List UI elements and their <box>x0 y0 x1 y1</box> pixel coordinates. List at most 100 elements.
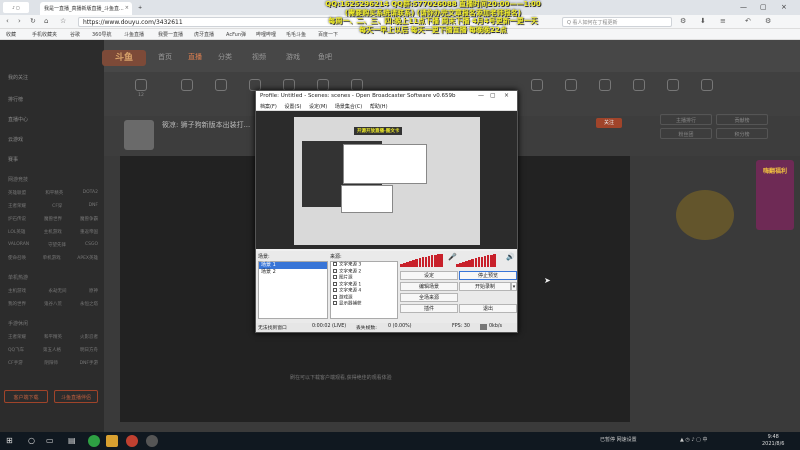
minimize-icon[interactable]: — <box>478 92 484 99</box>
maximize-icon[interactable]: ▢ <box>760 3 767 11</box>
checkbox-icon[interactable] <box>333 275 337 279</box>
checkbox-icon[interactable] <box>333 288 337 292</box>
sidebar-game[interactable]: DOTA2 <box>83 190 98 196</box>
sidebar-game[interactable]: 第五人格 <box>43 347 61 353</box>
sidebar-game[interactable]: 我的世界 <box>8 301 26 307</box>
sidebar-item-center[interactable]: 直播中心 <box>8 116 28 123</box>
checkbox-icon[interactable] <box>333 268 337 273</box>
sidebar-game[interactable]: 和平精英 <box>45 190 63 196</box>
sidebar-game[interactable]: 永恒之塔 <box>80 301 98 307</box>
extensions-icon[interactable]: ⚙ <box>680 17 686 25</box>
undo-icon[interactable]: ↶ <box>745 17 751 25</box>
start-recording-button[interactable]: 开始录制 <box>459 282 511 291</box>
sidebar-game[interactable]: LOL英雄 <box>8 229 25 235</box>
sidebar-game[interactable]: QQ飞车 <box>8 347 24 353</box>
sidebar-game[interactable]: 王者荣耀 <box>8 334 26 340</box>
close-icon[interactable]: × <box>504 92 509 99</box>
edit-scene-button[interactable]: 编辑场景 <box>400 282 458 291</box>
browser-app-icon[interactable] <box>88 435 100 447</box>
client-download-button[interactable]: 客户端下载 <box>4 390 48 403</box>
checkbox-icon[interactable] <box>333 301 337 305</box>
file-explorer-icon[interactable]: ▤ <box>68 436 76 445</box>
sidebar-game[interactable]: 魔兽世界 <box>44 216 62 222</box>
sidebar-game[interactable]: 单机游戏 <box>43 255 61 261</box>
scene-item[interactable]: 场景 2 <box>259 269 327 276</box>
stop-preview-button[interactable]: 停止预览 <box>459 271 517 280</box>
tray-icons[interactable]: ▲ ◷ ♪ ▢ 中 <box>680 436 707 443</box>
bookmark-item[interactable]: 斗鱼直播 <box>124 31 144 38</box>
sidebar-item-follow[interactable]: 我的关注 <box>8 74 28 81</box>
sidebar-game[interactable]: 使命召唤 <box>8 255 26 261</box>
bookmark-item[interactable]: 毛毛斗鱼 <box>286 31 306 38</box>
streamer-avatar[interactable] <box>124 120 154 150</box>
sidebar-game[interactable]: 和平精英 <box>44 334 62 340</box>
sidebar-game[interactable]: CSGO <box>85 242 98 248</box>
menu-icon[interactable]: ≡ <box>720 17 726 25</box>
category-item[interactable] <box>208 79 234 93</box>
new-tab-button[interactable]: + <box>134 2 148 15</box>
points-button[interactable]: 积分榜 <box>716 128 768 139</box>
maximize-icon[interactable]: ▢ <box>490 92 496 99</box>
obs-window[interactable]: Profile: Untitled - Scenes: scenes - Ope… <box>255 90 518 333</box>
search-icon[interactable]: ○ <box>28 436 35 445</box>
app-red-icon[interactable] <box>126 435 138 447</box>
follow-button[interactable]: 关注 <box>596 118 622 128</box>
sidebar-game[interactable]: CF手游 <box>8 360 23 366</box>
download-icon[interactable]: ⬇ <box>700 17 706 25</box>
back-icon[interactable]: ‹ <box>6 17 9 25</box>
sidebar-game[interactable]: DNF <box>89 203 98 209</box>
nav-fishbar[interactable]: 鱼吧 <box>318 52 332 62</box>
live-companion-button[interactable]: 斗鱼直播伴侣 <box>54 390 98 403</box>
system-clock[interactable]: 9:48 2021/8/6 <box>762 434 784 448</box>
minimize-icon[interactable]: — <box>740 3 747 11</box>
obs-app-icon[interactable] <box>146 435 158 447</box>
bookmark-item[interactable]: 谷歌 <box>70 31 80 38</box>
sidebar-game[interactable]: VALORAN <box>8 242 29 248</box>
nav-category[interactable]: 分类 <box>218 52 232 62</box>
sidebar-game[interactable]: 主机游戏 <box>8 288 26 294</box>
settings-icon[interactable]: ⚙ <box>765 17 771 25</box>
bookmark-item[interactable]: 我要一直播 <box>158 31 183 38</box>
category-item[interactable]: 12 <box>128 79 154 98</box>
promo-banner[interactable]: 嗨翻福利 <box>756 160 794 230</box>
exit-button[interactable]: 退出 <box>459 304 517 313</box>
sidebar-game[interactable]: 守望先锋 <box>48 242 66 248</box>
source-list[interactable]: 文字来源 3 文字来源 2 图片源 文字来源 1 文字来源 4 游戏源 显示器捕… <box>330 261 398 319</box>
obs-menu-settings[interactable]: 设置(S) <box>284 104 301 110</box>
scene-item[interactable]: 场景 1 <box>259 262 327 269</box>
category-item[interactable] <box>558 79 584 93</box>
fans-button[interactable]: 粉丝团 <box>660 128 712 139</box>
nav-live[interactable]: 直播 <box>188 52 202 62</box>
nav-game[interactable]: 游戏 <box>286 52 300 62</box>
category-item[interactable] <box>592 79 618 93</box>
sidebar-game[interactable]: 炉石传说 <box>8 216 26 222</box>
bookmark-item[interactable]: 哔哩哔哩 <box>256 31 276 38</box>
sidebar-game[interactable]: 鬼谷八荒 <box>44 301 62 307</box>
star-icon[interactable]: ☆ <box>60 17 66 25</box>
obs-preview[interactable]: 开源开放直播-图文卡 <box>256 111 517 249</box>
obs-menu-file[interactable]: 档案(F) <box>260 104 277 110</box>
task-view-icon[interactable]: ▭ <box>46 436 54 445</box>
dropdown-icon[interactable]: ▾ <box>511 282 517 291</box>
tab-douyu[interactable]: 我是一直播_真播新版直播_斗鱼直... × <box>40 2 132 15</box>
global-sources-button[interactable]: 全场来源 <box>400 293 458 302</box>
settings-button[interactable]: 设定 <box>400 271 458 280</box>
sidebar-item-rank[interactable]: 排行榜 <box>8 96 23 103</box>
bookmark-item[interactable]: 收藏 <box>6 31 16 38</box>
bookmark-item[interactable]: 360导航 <box>92 31 112 38</box>
douyu-logo[interactable]: 斗鱼 <box>102 50 146 66</box>
nav-home[interactable]: 首页 <box>158 52 172 62</box>
obs-menu-help[interactable]: 帮助(H) <box>370 104 388 110</box>
checkbox-icon[interactable] <box>333 262 337 266</box>
app-g-icon[interactable] <box>106 435 118 447</box>
sidebar-game[interactable]: CF穿 <box>52 203 62 209</box>
bookmark-item[interactable]: 虎牙直播 <box>194 31 214 38</box>
obs-menu-scenes[interactable]: 场景集合(C) <box>335 104 362 110</box>
category-item[interactable] <box>524 79 550 93</box>
sidebar-item-esports[interactable]: 赛事 <box>8 156 18 163</box>
category-item[interactable] <box>660 79 686 93</box>
sidebar-game[interactable]: 主机游戏 <box>44 229 62 235</box>
speaker-icon[interactable]: 🔊 <box>506 253 515 261</box>
scene-list[interactable]: 场景 1 场景 2 <box>258 261 328 319</box>
sidebar-game[interactable]: 阴阳师 <box>44 360 58 366</box>
